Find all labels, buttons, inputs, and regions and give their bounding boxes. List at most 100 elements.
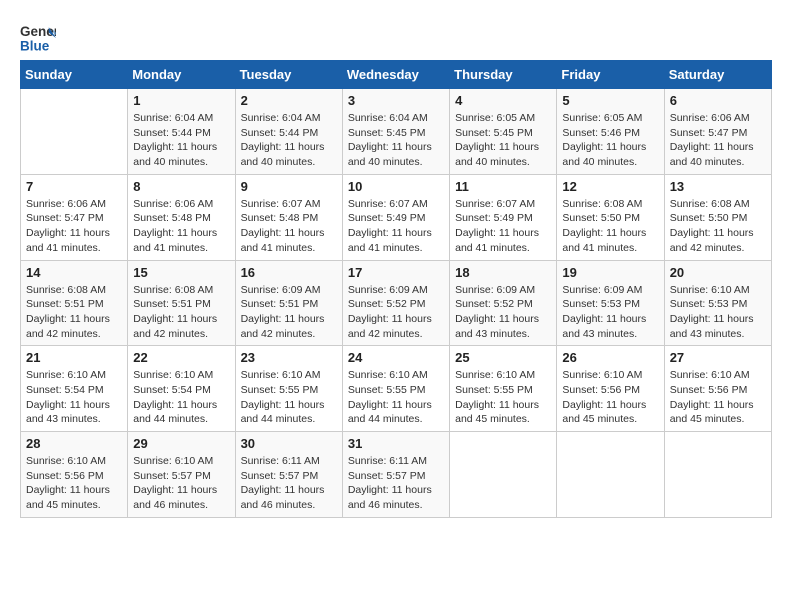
day-number: 12 (562, 179, 658, 194)
day-info: Sunrise: 6:06 AMSunset: 5:48 PMDaylight:… (133, 197, 229, 256)
calendar-cell: 9 Sunrise: 6:07 AMSunset: 5:48 PMDaylight… (235, 174, 342, 260)
calendar-cell: 3 Sunrise: 6:04 AMSunset: 5:45 PMDaylight… (342, 89, 449, 175)
day-number: 15 (133, 265, 229, 280)
day-number: 18 (455, 265, 551, 280)
calendar-cell: 10 Sunrise: 6:07 AMSunset: 5:49 PMDayligh… (342, 174, 449, 260)
day-number: 26 (562, 350, 658, 365)
day-info: Sunrise: 6:05 AMSunset: 5:45 PMDaylight:… (455, 111, 551, 170)
day-info: Sunrise: 6:10 AMSunset: 5:56 PMDaylight:… (562, 368, 658, 427)
day-number: 6 (670, 93, 766, 108)
day-number: 16 (241, 265, 337, 280)
day-number: 7 (26, 179, 122, 194)
day-number: 2 (241, 93, 337, 108)
day-info: Sunrise: 6:08 AMSunset: 5:50 PMDaylight:… (562, 197, 658, 256)
calendar-cell: 5Sunrise: 6:05 AMSunset: 5:46 PMDaylight… (557, 89, 664, 175)
calendar-cell: 20 Sunrise: 6:10 AMSunset: 5:53 PMDayligh… (664, 260, 771, 346)
day-info: Sunrise: 6:05 AMSunset: 5:46 PMDaylight:… (562, 111, 658, 170)
calendar-cell (450, 432, 557, 518)
day-info: Sunrise: 6:10 AMSunset: 5:55 PMDaylight:… (348, 368, 444, 427)
day-number: 24 (348, 350, 444, 365)
day-number: 20 (670, 265, 766, 280)
day-info: Sunrise: 6:09 AMSunset: 5:51 PMDaylight:… (241, 283, 337, 342)
logo-icon: General Blue (20, 20, 56, 56)
day-number: 1 (133, 93, 229, 108)
day-info: Sunrise: 6:04 AMSunset: 5:44 PMDaylight:… (241, 111, 337, 170)
calendar-cell: 1 Sunrise: 6:04 AMSunset: 5:44 PMDaylight… (128, 89, 235, 175)
calendar-cell: 29 Sunrise: 6:10 AMSunset: 5:57 PMDayligh… (128, 432, 235, 518)
day-number: 29 (133, 436, 229, 451)
page-header: General Blue (20, 20, 772, 56)
day-number: 19 (562, 265, 658, 280)
calendar-week-1: 7Sunrise: 6:06 AMSunset: 5:47 PMDaylight… (21, 174, 772, 260)
day-info: Sunrise: 6:11 AMSunset: 5:57 PMDaylight:… (241, 454, 337, 513)
calendar-cell: 4 Sunrise: 6:05 AMSunset: 5:45 PMDaylight… (450, 89, 557, 175)
calendar-cell: 15Sunrise: 6:08 AMSunset: 5:51 PMDayligh… (128, 260, 235, 346)
calendar-cell: 31 Sunrise: 6:11 AMSunset: 5:57 PMDayligh… (342, 432, 449, 518)
day-number: 25 (455, 350, 551, 365)
day-info: Sunrise: 6:04 AMSunset: 5:45 PMDaylight:… (348, 111, 444, 170)
weekday-header-friday: Friday (557, 61, 664, 89)
day-info: Sunrise: 6:06 AMSunset: 5:47 PMDaylight:… (670, 111, 766, 170)
day-number: 10 (348, 179, 444, 194)
day-info: Sunrise: 6:11 AMSunset: 5:57 PMDaylight:… (348, 454, 444, 513)
weekday-header-thursday: Thursday (450, 61, 557, 89)
calendar-table: SundayMondayTuesdayWednesdayThursdayFrid… (20, 60, 772, 518)
calendar-cell: 22 Sunrise: 6:10 AMSunset: 5:54 PMDayligh… (128, 346, 235, 432)
day-number: 4 (455, 93, 551, 108)
day-info: Sunrise: 6:10 AMSunset: 5:54 PMDaylight:… (133, 368, 229, 427)
calendar-cell (664, 432, 771, 518)
day-info: Sunrise: 6:10 AMSunset: 5:54 PMDaylight:… (26, 368, 122, 427)
calendar-cell: 28 Sunrise: 6:10 AMSunset: 5:56 PMDayligh… (21, 432, 128, 518)
calendar-cell: 12 Sunrise: 6:08 AMSunset: 5:50 PMDayligh… (557, 174, 664, 260)
logo: General Blue (20, 20, 56, 56)
day-info: Sunrise: 6:10 AMSunset: 5:55 PMDaylight:… (241, 368, 337, 427)
calendar-cell: 6 Sunrise: 6:06 AMSunset: 5:47 PMDaylight… (664, 89, 771, 175)
calendar-cell: 14Sunrise: 6:08 AMSunset: 5:51 PMDayligh… (21, 260, 128, 346)
weekday-header-monday: Monday (128, 61, 235, 89)
day-info: Sunrise: 6:10 AMSunset: 5:57 PMDaylight:… (133, 454, 229, 513)
calendar-cell: 7Sunrise: 6:06 AMSunset: 5:47 PMDaylight… (21, 174, 128, 260)
calendar-cell: 8 Sunrise: 6:06 AMSunset: 5:48 PMDaylight… (128, 174, 235, 260)
day-info: Sunrise: 6:08 AMSunset: 5:50 PMDaylight:… (670, 197, 766, 256)
calendar-cell: 2 Sunrise: 6:04 AMSunset: 5:44 PMDaylight… (235, 89, 342, 175)
day-number: 11 (455, 179, 551, 194)
calendar-week-4: 28 Sunrise: 6:10 AMSunset: 5:56 PMDayligh… (21, 432, 772, 518)
day-number: 9 (241, 179, 337, 194)
day-number: 8 (133, 179, 229, 194)
day-info: Sunrise: 6:10 AMSunset: 5:56 PMDaylight:… (26, 454, 122, 513)
calendar-week-3: 21 Sunrise: 6:10 AMSunset: 5:54 PMDayligh… (21, 346, 772, 432)
weekday-header-saturday: Saturday (664, 61, 771, 89)
day-number: 21 (26, 350, 122, 365)
day-info: Sunrise: 6:07 AMSunset: 5:48 PMDaylight:… (241, 197, 337, 256)
calendar-week-0: 1 Sunrise: 6:04 AMSunset: 5:44 PMDaylight… (21, 89, 772, 175)
day-number: 27 (670, 350, 766, 365)
calendar-cell: 13 Sunrise: 6:08 AMSunset: 5:50 PMDayligh… (664, 174, 771, 260)
day-number: 13 (670, 179, 766, 194)
calendar-cell: 17Sunrise: 6:09 AMSunset: 5:52 PMDayligh… (342, 260, 449, 346)
calendar-cell (557, 432, 664, 518)
day-number: 31 (348, 436, 444, 451)
weekday-header-sunday: Sunday (21, 61, 128, 89)
day-number: 3 (348, 93, 444, 108)
calendar-cell: 19Sunrise: 6:09 AMSunset: 5:53 PMDayligh… (557, 260, 664, 346)
day-number: 28 (26, 436, 122, 451)
calendar-cell: 16 Sunrise: 6:09 AMSunset: 5:51 PMDayligh… (235, 260, 342, 346)
calendar-cell: 26 Sunrise: 6:10 AMSunset: 5:56 PMDayligh… (557, 346, 664, 432)
weekday-header-tuesday: Tuesday (235, 61, 342, 89)
day-info: Sunrise: 6:10 AMSunset: 5:56 PMDaylight:… (670, 368, 766, 427)
calendar-cell: 24 Sunrise: 6:10 AMSunset: 5:55 PMDayligh… (342, 346, 449, 432)
day-number: 23 (241, 350, 337, 365)
day-info: Sunrise: 6:08 AMSunset: 5:51 PMDaylight:… (26, 283, 122, 342)
day-info: Sunrise: 6:04 AMSunset: 5:44 PMDaylight:… (133, 111, 229, 170)
day-info: Sunrise: 6:07 AMSunset: 5:49 PMDaylight:… (455, 197, 551, 256)
calendar-cell (21, 89, 128, 175)
day-number: 30 (241, 436, 337, 451)
day-number: 22 (133, 350, 229, 365)
weekday-header-wednesday: Wednesday (342, 61, 449, 89)
svg-text:Blue: Blue (20, 39, 50, 54)
day-number: 17 (348, 265, 444, 280)
day-info: Sunrise: 6:10 AMSunset: 5:53 PMDaylight:… (670, 283, 766, 342)
day-info: Sunrise: 6:07 AMSunset: 5:49 PMDaylight:… (348, 197, 444, 256)
calendar-cell: 11 Sunrise: 6:07 AMSunset: 5:49 PMDayligh… (450, 174, 557, 260)
calendar-cell: 30 Sunrise: 6:11 AMSunset: 5:57 PMDayligh… (235, 432, 342, 518)
